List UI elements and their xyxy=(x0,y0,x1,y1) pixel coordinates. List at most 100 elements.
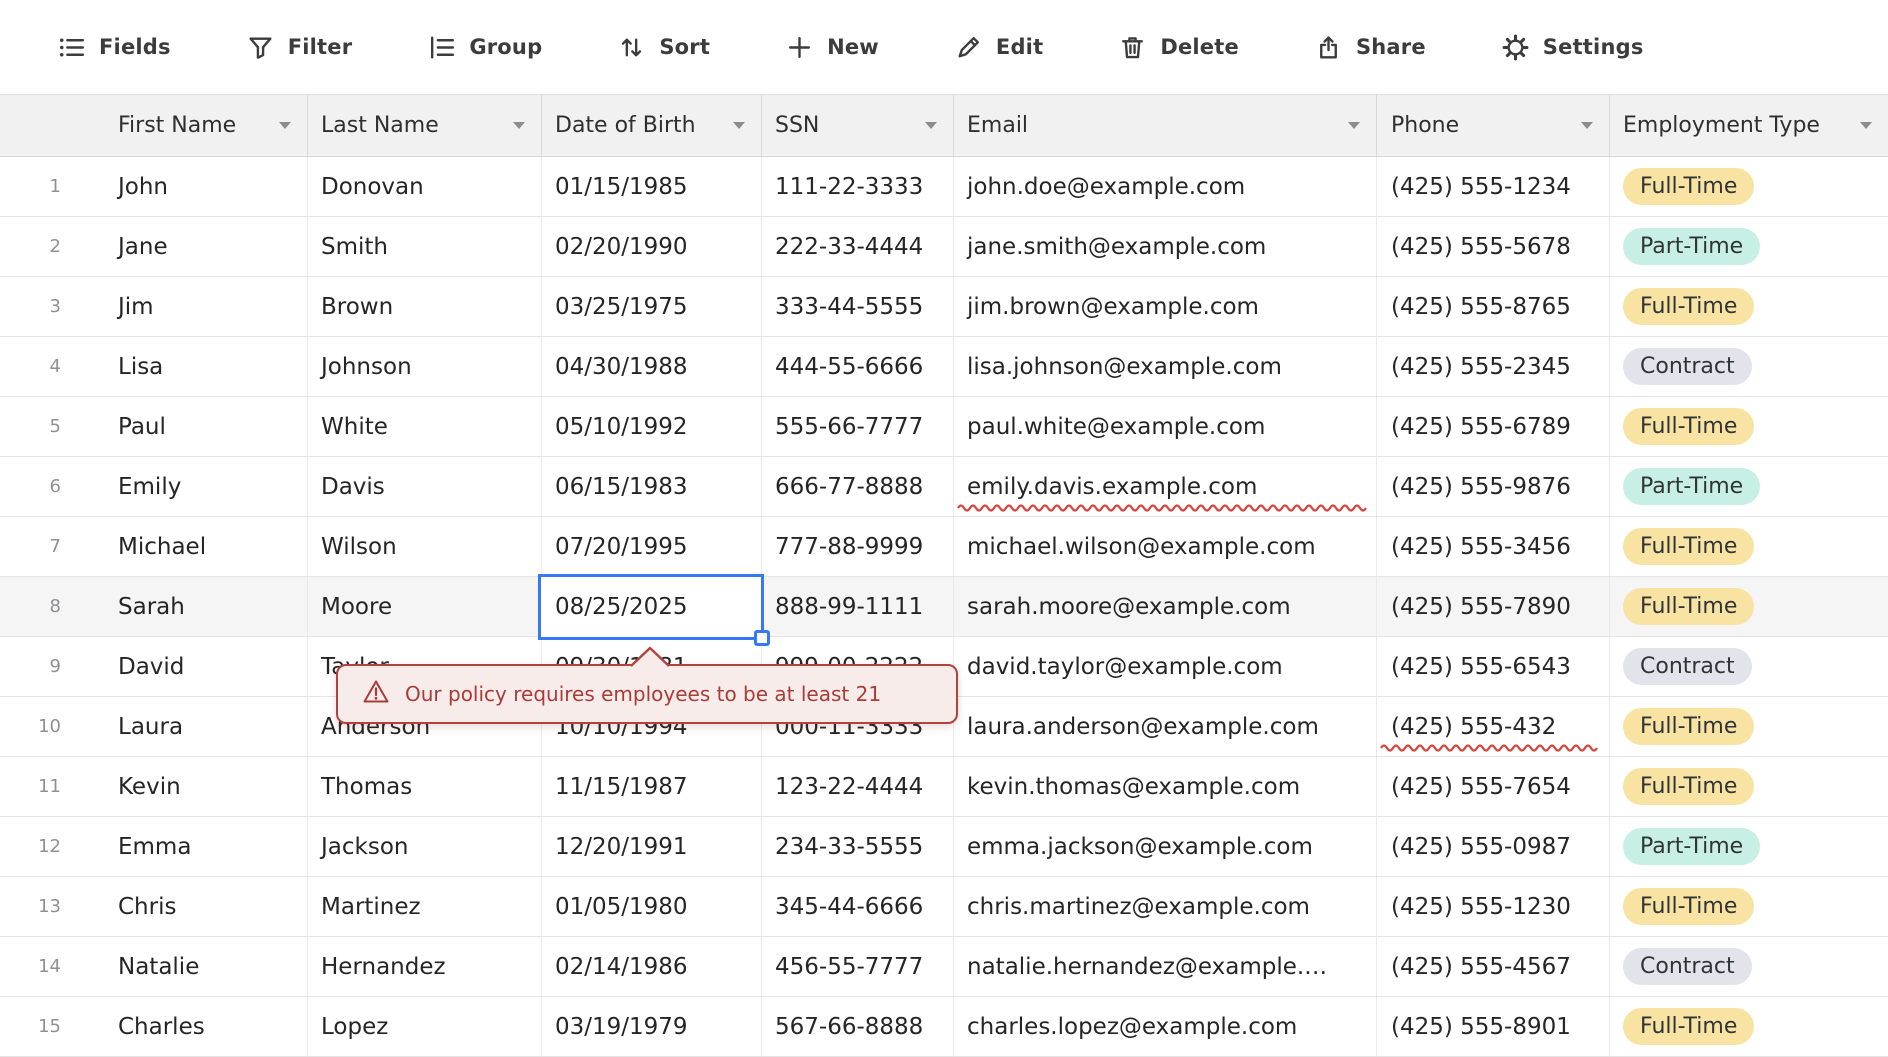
cell-email[interactable]: michael.wilson@example.com xyxy=(953,517,1376,576)
cell-date-of-birth[interactable]: 02/20/1990 xyxy=(541,217,761,276)
cell-email[interactable]: david.taylor@example.com xyxy=(953,637,1376,696)
column-header-email[interactable]: Email xyxy=(953,95,1376,156)
cell-last-name[interactable]: Jackson xyxy=(307,817,541,876)
cell-phone[interactable]: (425) 555-6789 xyxy=(1376,397,1609,456)
cell-ssn[interactable]: 555-66-7777 xyxy=(761,397,953,456)
cell-employment-type[interactable]: Contract xyxy=(1609,337,1888,396)
cell-email[interactable]: chris.martinez@example.com xyxy=(953,877,1376,936)
cell-employment-type[interactable]: Contract xyxy=(1609,937,1888,996)
cell-last-name[interactable]: Brown xyxy=(307,277,541,336)
column-header-date-of-birth[interactable]: Date of Birth xyxy=(541,95,761,156)
row-number[interactable]: 3 xyxy=(0,277,105,336)
fields-button[interactable]: Fields xyxy=(57,33,171,62)
cell-last-name[interactable]: Moore xyxy=(307,577,541,636)
cell-phone[interactable]: (425) 555-9876 xyxy=(1376,457,1609,516)
cell-ssn[interactable]: 456-55-7777 xyxy=(761,937,953,996)
row-number[interactable]: 10 xyxy=(0,697,105,756)
cell-first-name[interactable]: Charles xyxy=(105,997,307,1056)
chevron-down-icon[interactable] xyxy=(1860,122,1872,129)
cell-date-of-birth[interactable]: 01/05/1980 xyxy=(541,877,761,936)
cell-first-name[interactable]: John xyxy=(105,157,307,216)
cell-phone[interactable]: (425) 555-8901 xyxy=(1376,997,1609,1056)
cell-last-name[interactable]: Wilson xyxy=(307,517,541,576)
cell-last-name[interactable]: Smith xyxy=(307,217,541,276)
row-number[interactable]: 1 xyxy=(0,157,105,216)
cell-employment-type[interactable]: Full-Time xyxy=(1609,517,1888,576)
filter-button[interactable]: Filter xyxy=(246,33,353,62)
row-number[interactable]: 4 xyxy=(0,337,105,396)
cell-employment-type[interactable]: Full-Time xyxy=(1609,157,1888,216)
row-number[interactable]: 11 xyxy=(0,757,105,816)
cell-first-name[interactable]: Paul xyxy=(105,397,307,456)
cell-employment-type[interactable]: Full-Time xyxy=(1609,397,1888,456)
group-button[interactable]: Group xyxy=(427,33,542,62)
cell-email[interactable]: lisa.johnson@example.com xyxy=(953,337,1376,396)
row-number[interactable]: 12 xyxy=(0,817,105,876)
cell-first-name[interactable]: Jane xyxy=(105,217,307,276)
column-header-phone[interactable]: Phone xyxy=(1376,95,1609,156)
cell-last-name[interactable]: Lopez xyxy=(307,997,541,1056)
cell-email[interactable]: sarah.moore@example.com xyxy=(953,577,1376,636)
selected-cell[interactable]: 08/25/2025 xyxy=(538,574,764,640)
chevron-down-icon[interactable] xyxy=(1348,122,1360,129)
cell-date-of-birth[interactable]: 01/15/1985 xyxy=(541,157,761,216)
row-number[interactable]: 13 xyxy=(0,877,105,936)
cell-email[interactable]: laura.anderson@example.com xyxy=(953,697,1376,756)
cell-first-name[interactable]: Kevin xyxy=(105,757,307,816)
cell-employment-type[interactable]: Full-Time xyxy=(1609,277,1888,336)
cell-employment-type[interactable]: Contract xyxy=(1609,637,1888,696)
row-number[interactable]: 5 xyxy=(0,397,105,456)
cell-date-of-birth[interactable]: 04/30/1988 xyxy=(541,337,761,396)
cell-employment-type[interactable]: Part-Time xyxy=(1609,457,1888,516)
cell-phone[interactable]: (425) 555-4567 xyxy=(1376,937,1609,996)
header-corner-cell[interactable] xyxy=(0,95,105,156)
cell-phone[interactable]: (425) 555-8765 xyxy=(1376,277,1609,336)
column-header-last-name[interactable]: Last Name xyxy=(307,95,541,156)
chevron-down-icon[interactable] xyxy=(279,122,291,129)
row-number[interactable]: 7 xyxy=(0,517,105,576)
cell-first-name[interactable]: Michael xyxy=(105,517,307,576)
cell-phone[interactable]: (425) 555-1230 xyxy=(1376,877,1609,936)
cell-ssn[interactable]: 234-33-5555 xyxy=(761,817,953,876)
cell-first-name[interactable]: Chris xyxy=(105,877,307,936)
sort-button[interactable]: Sort xyxy=(617,33,710,62)
cell-date-of-birth[interactable]: 12/20/1991 xyxy=(541,817,761,876)
cell-date-of-birth[interactable]: 02/14/1986 xyxy=(541,937,761,996)
edit-button[interactable]: Edit xyxy=(954,33,1043,62)
cell-email[interactable]: john.doe@example.com xyxy=(953,157,1376,216)
cell-employment-type[interactable]: Full-Time xyxy=(1609,757,1888,816)
new-button[interactable]: New xyxy=(785,33,879,62)
column-header-first-name[interactable]: First Name xyxy=(105,95,307,156)
cell-email[interactable]: charles.lopez@example.com xyxy=(953,997,1376,1056)
cell-last-name[interactable]: Johnson xyxy=(307,337,541,396)
cell-ssn[interactable]: 333-44-5555 xyxy=(761,277,953,336)
cell-phone[interactable]: (425) 555-5678 xyxy=(1376,217,1609,276)
cell-last-name[interactable]: Martinez xyxy=(307,877,541,936)
cell-date-of-birth[interactable]: 11/15/1987 xyxy=(541,757,761,816)
cell-phone[interactable]: (425) 555-3456 xyxy=(1376,517,1609,576)
cell-employment-type[interactable]: Full-Time xyxy=(1609,697,1888,756)
chevron-down-icon[interactable] xyxy=(733,122,745,129)
cell-phone[interactable]: (425) 555-7890 xyxy=(1376,577,1609,636)
cell-ssn[interactable]: 888-99-1111 xyxy=(761,577,953,636)
cell-date-of-birth[interactable]: 07/20/1995 xyxy=(541,517,761,576)
cell-last-name[interactable]: Thomas xyxy=(307,757,541,816)
cell-date-of-birth[interactable]: 03/19/1979 xyxy=(541,997,761,1056)
chevron-down-icon[interactable] xyxy=(925,122,937,129)
cell-first-name[interactable]: Sarah xyxy=(105,577,307,636)
settings-button[interactable]: Settings xyxy=(1501,33,1644,62)
cell-ssn[interactable]: 567-66-8888 xyxy=(761,997,953,1056)
cell-email[interactable]: jane.smith@example.com xyxy=(953,217,1376,276)
row-number[interactable]: 2 xyxy=(0,217,105,276)
cell-first-name[interactable]: David xyxy=(105,637,307,696)
cell-phone[interactable]: (425) 555-2345 xyxy=(1376,337,1609,396)
cell-email[interactable]: emma.jackson@example.com xyxy=(953,817,1376,876)
cell-first-name[interactable]: Jim xyxy=(105,277,307,336)
cell-ssn[interactable]: 345-44-6666 xyxy=(761,877,953,936)
cell-ssn[interactable]: 444-55-6666 xyxy=(761,337,953,396)
cell-email[interactable]: kevin.thomas@example.com xyxy=(953,757,1376,816)
cell-ssn[interactable]: 777-88-9999 xyxy=(761,517,953,576)
cell-last-name[interactable]: White xyxy=(307,397,541,456)
chevron-down-icon[interactable] xyxy=(1581,122,1593,129)
column-header-employment-type[interactable]: Employment Type xyxy=(1609,95,1888,156)
